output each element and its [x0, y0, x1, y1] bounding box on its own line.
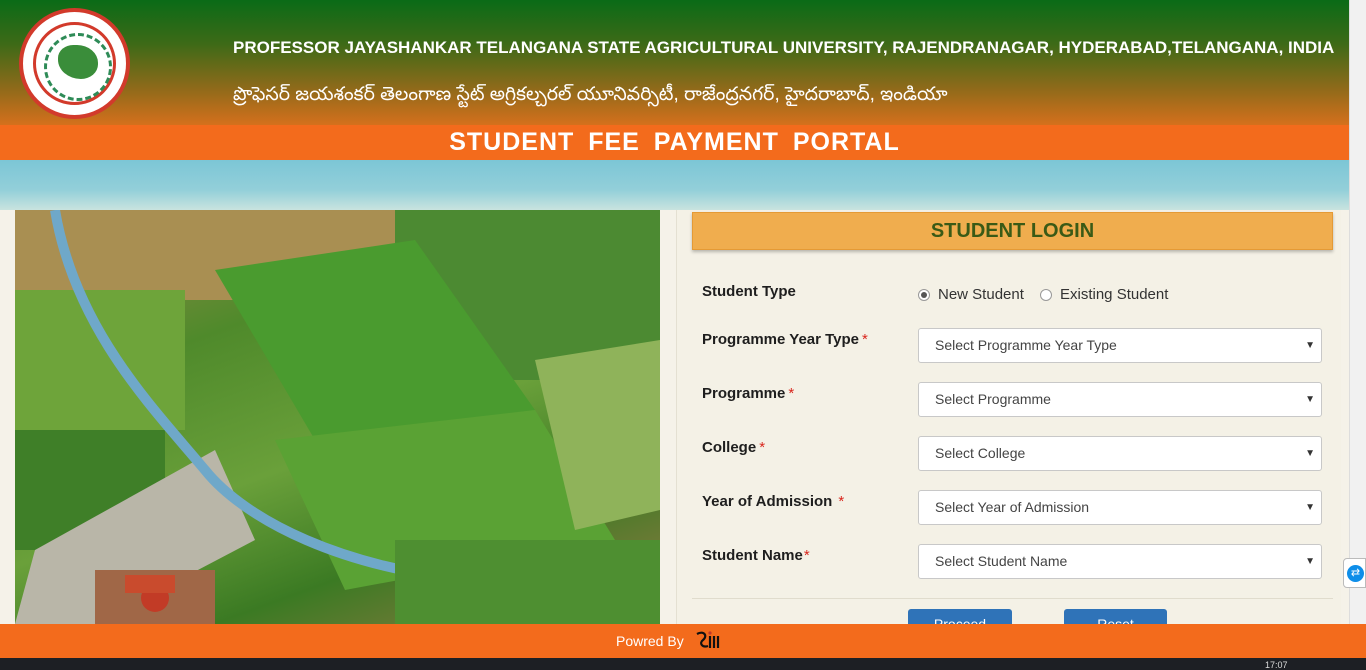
taskbar-clock: 17:07 [1265, 660, 1288, 670]
university-logo [19, 8, 130, 119]
field-label-text: College [702, 439, 757, 456]
field-label-text: Student Name [702, 547, 803, 564]
chevron-down-icon: ▼ [1305, 502, 1315, 513]
portal-title: STUDENT FEE PAYMENT PORTAL [0, 125, 1349, 160]
radio-selected-icon[interactable] [918, 288, 930, 301]
chevron-down-icon: ▼ [1305, 340, 1315, 351]
decorative-band [0, 160, 1349, 210]
programme-label: Programme * [702, 385, 794, 402]
required-marker: * [803, 547, 810, 564]
field-label-text: Year of Admission [702, 493, 833, 510]
programme-select[interactable]: Select Programme ▼ [918, 382, 1322, 417]
radio-existing-student-label: Existing Student [1060, 286, 1169, 303]
page: PROFESSOR JAYASHANKAR TELANGANA STATE AG… [0, 0, 1366, 670]
page-scrollbar[interactable] [1349, 0, 1366, 624]
student-name-select[interactable]: Select Student Name ▼ [918, 544, 1322, 579]
chevron-down-icon: ▼ [1305, 448, 1315, 459]
select-placeholder: Select Programme Year Type [935, 337, 1117, 353]
login-heading: STUDENT LOGIN [692, 212, 1333, 250]
radio-unselected-icon[interactable] [1040, 288, 1052, 301]
agriculture-hero-image [15, 210, 660, 624]
required-marker: * [838, 493, 845, 510]
teamviewer-widget[interactable]: ⇄ [1343, 558, 1366, 588]
chevron-down-icon: ▼ [1305, 556, 1315, 567]
radio-existing-student[interactable]: Existing Student [1040, 286, 1168, 303]
required-marker: * [862, 331, 868, 348]
form-divider [692, 598, 1333, 599]
year-of-admission-select[interactable]: Select Year of Admission ▼ [918, 490, 1322, 525]
college-select[interactable]: Select College ▼ [918, 436, 1322, 471]
powered-by-text: Powred By [616, 633, 684, 649]
required-marker: * [759, 439, 766, 456]
field-label-text: Programme Year Type [702, 331, 860, 348]
select-placeholder: Select College [935, 445, 1026, 461]
arrows-icon: ⇄ [1347, 565, 1364, 582]
university-name-telugu: ప్రొఫెసర్ జయశంకర్ తెలంగాణ స్టేట్ అగ్రికల… [233, 84, 948, 105]
select-placeholder: Select Student Name [935, 553, 1068, 569]
programme-year-type-label: Programme Year Type * [702, 331, 868, 348]
select-placeholder: Select Programme [935, 391, 1051, 407]
vendor-logo-icon [694, 630, 728, 652]
required-marker: * [788, 385, 795, 402]
select-placeholder: Select Year of Admission [935, 499, 1090, 515]
os-taskbar: 17:07 [0, 658, 1366, 670]
chevron-down-icon: ▼ [1305, 394, 1315, 405]
student-type-label: Student Type [702, 283, 796, 300]
site-footer: Powred By [0, 624, 1366, 658]
college-label: College * [702, 439, 765, 456]
radio-new-student[interactable]: New Student [918, 286, 1024, 303]
logo-ring [33, 22, 116, 105]
university-name-english: PROFESSOR JAYASHANKAR TELANGANA STATE AG… [233, 38, 1335, 57]
student-name-label: Student Name* [702, 547, 810, 564]
radio-new-student-label: New Student [938, 286, 1024, 303]
field-label-text: Programme [702, 385, 786, 402]
programme-year-type-select[interactable]: Select Programme Year Type ▼ [918, 328, 1322, 363]
year-of-admission-label: Year of Admission * [702, 493, 844, 510]
site-header: PROFESSOR JAYASHANKAR TELANGANA STATE AG… [0, 0, 1349, 125]
